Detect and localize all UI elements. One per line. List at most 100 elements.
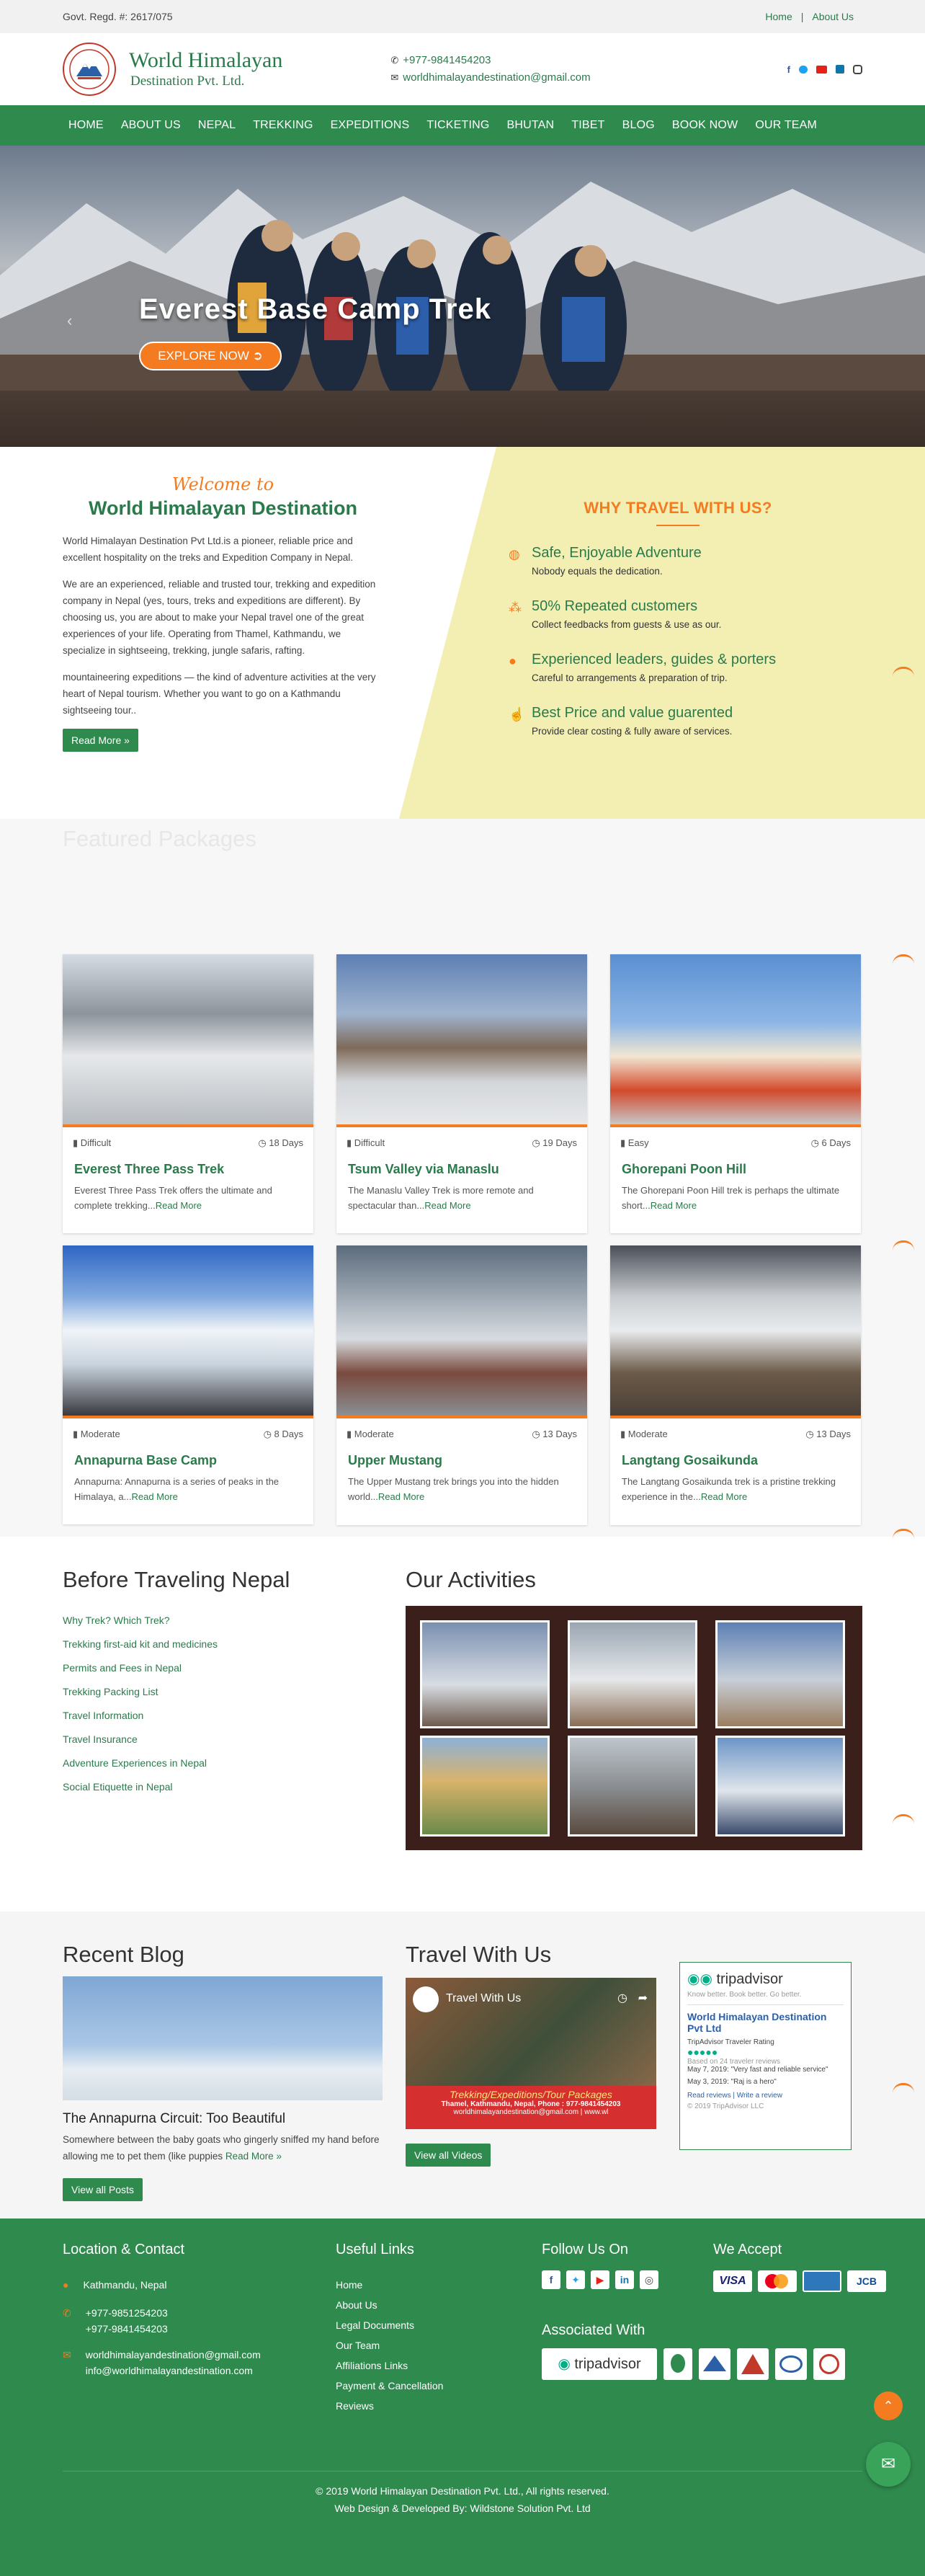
tripadvisor-logo[interactable]: ◉◉ tripadvisor <box>687 1970 844 1988</box>
association-logo-icon[interactable] <box>699 2348 730 2380</box>
nav-book-now[interactable]: BOOK NOW <box>663 119 746 132</box>
footer-link[interactable]: Reviews <box>336 2396 443 2416</box>
package-read-more[interactable]: Read More <box>131 1491 177 1502</box>
blog-image[interactable] <box>63 1976 383 2100</box>
facebook-icon[interactable]: f <box>787 64 790 75</box>
package-image[interactable] <box>63 954 313 1127</box>
linkedin-icon[interactable]: in <box>615 2270 634 2289</box>
nav-blog[interactable]: BLOG <box>614 119 663 132</box>
youtube-icon[interactable]: ▶ <box>591 2270 609 2289</box>
brand-name[interactable]: World Himalayan Destination Pvt. Ltd. <box>129 48 282 90</box>
before-link[interactable]: Travel Insurance <box>63 1728 218 1751</box>
package-read-more[interactable]: Read More <box>424 1200 470 1211</box>
footer-phone[interactable]: +977-9851254203 <box>86 2305 168 2321</box>
package-title[interactable]: Upper Mustang <box>336 1440 587 1468</box>
package-title[interactable]: Langtang Gosaikunda <box>610 1440 861 1468</box>
chat-button[interactable]: ✉ <box>866 2442 911 2487</box>
ta-business-name[interactable]: World Himalayan Destination Pvt Ltd <box>687 2004 844 2034</box>
package-card[interactable]: ▮ Difficult ◷ 18 Days Everest Three Pass … <box>63 954 313 1233</box>
package-title[interactable]: Everest Three Pass Trek <box>63 1149 313 1177</box>
package-card[interactable]: ▮ Moderate ◷ 13 Days Upper Mustang The Up… <box>336 1245 587 1525</box>
ta-write-review[interactable]: Write a review <box>737 2092 782 2100</box>
explore-now-button[interactable]: EXPLORE NOW ➲ <box>139 342 282 370</box>
package-read-more[interactable]: Read More <box>378 1491 424 1502</box>
before-link[interactable]: Travel Information <box>63 1704 218 1728</box>
nav-nepal[interactable]: NEPAL <box>189 119 244 132</box>
linkedin-icon[interactable] <box>836 65 844 74</box>
package-title[interactable]: Ghorepani Poon Hill <box>610 1149 861 1177</box>
association-logo-icon[interactable] <box>663 2348 692 2380</box>
ta-review[interactable]: May 3, 2019: "Raj is a hero" <box>687 2078 844 2086</box>
blog-post-title[interactable]: The Annapurna Circuit: Too Beautiful <box>63 2111 285 2127</box>
tripadvisor-badge[interactable]: ◉ tripadvisor <box>542 2348 657 2380</box>
nav-about[interactable]: ABOUT US <box>112 119 189 132</box>
activity-photo[interactable] <box>715 1736 845 1836</box>
before-link[interactable]: Adventure Experiences in Nepal <box>63 1751 218 1775</box>
slider-prev-icon[interactable]: ‹ <box>67 311 72 330</box>
package-image[interactable] <box>610 954 861 1127</box>
before-link[interactable]: Social Etiquette in Nepal <box>63 1775 218 1799</box>
footer-link[interactable]: Home <box>336 2275 443 2295</box>
nav-home[interactable]: HOME <box>63 119 112 132</box>
company-logo[interactable] <box>63 43 116 96</box>
footer-link[interactable]: About Us <box>336 2295 443 2315</box>
activity-photo[interactable] <box>568 1736 697 1836</box>
footer-phone[interactable]: +977-9841454203 <box>86 2321 168 2337</box>
before-link[interactable]: Trekking Packing List <box>63 1680 218 1704</box>
association-logo-icon[interactable] <box>737 2348 769 2380</box>
package-image[interactable] <box>63 1245 313 1418</box>
watch-later-icon[interactable]: ◷ <box>617 1991 627 2005</box>
activity-photo[interactable] <box>420 1736 550 1836</box>
instagram-icon[interactable]: ◎ <box>640 2270 658 2289</box>
package-card[interactable]: ▮ Easy ◷ 6 Days Ghorepani Poon Hill The G… <box>610 954 861 1233</box>
before-link[interactable]: Trekking first-aid kit and medicines <box>63 1633 218 1656</box>
package-card[interactable]: ▮ Moderate ◷ 8 Days Annapurna Base Camp A… <box>63 1245 313 1524</box>
package-image[interactable] <box>610 1245 861 1418</box>
view-all-posts-button[interactable]: View all Posts <box>63 2178 143 2201</box>
package-read-more[interactable]: Read More <box>701 1491 747 1502</box>
back-to-top-button[interactable]: ⌃ <box>874 2391 903 2420</box>
before-link[interactable]: Permits and Fees in Nepal <box>63 1656 218 1680</box>
activity-photo[interactable] <box>715 1620 845 1728</box>
package-card[interactable]: ▮ Moderate ◷ 13 Days Langtang Gosaikunda … <box>610 1245 861 1525</box>
nav-ticketing[interactable]: TICKETING <box>418 119 498 132</box>
footer-link[interactable]: Legal Documents <box>336 2315 443 2335</box>
footer-email[interactable]: info@worldhimalayandestination.com <box>86 2363 261 2379</box>
twitter-icon[interactable]: ✦ <box>566 2270 585 2289</box>
view-all-videos-button[interactable]: View all Videos <box>406 2144 491 2167</box>
nav-expeditions[interactable]: EXPEDITIONS <box>322 119 419 132</box>
developer-credit[interactable]: Web Design & Developed By: Wildstone Sol… <box>0 2500 925 2517</box>
footer-link[interactable]: Payment & Cancellation <box>336 2376 443 2396</box>
package-title[interactable]: Tsum Valley via Manaslu <box>336 1149 587 1177</box>
package-title[interactable]: Annapurna Base Camp <box>63 1440 313 1468</box>
ta-review[interactable]: May 7, 2019: "Very fast and reliable ser… <box>687 2066 844 2074</box>
package-image[interactable] <box>336 1245 587 1418</box>
nav-trekking[interactable]: TREKKING <box>244 119 321 132</box>
top-link-home[interactable]: Home <box>756 11 800 22</box>
twitter-icon[interactable] <box>799 66 808 74</box>
activity-photo[interactable] <box>568 1620 697 1728</box>
read-more-button[interactable]: Read More » <box>63 729 138 752</box>
activity-photo[interactable] <box>420 1620 550 1728</box>
ta-read-reviews[interactable]: Read reviews <box>687 2092 731 2100</box>
instagram-icon[interactable] <box>853 65 862 74</box>
nav-bhutan[interactable]: BHUTAN <box>499 119 563 132</box>
header-email[interactable]: worldhimalayandestination@gmail.com <box>403 71 590 84</box>
footer-link[interactable]: Affiliations Links <box>336 2355 443 2376</box>
before-link[interactable]: Why Trek? Which Trek? <box>63 1609 218 1633</box>
package-image[interactable] <box>336 954 587 1127</box>
nav-tibet[interactable]: TIBET <box>563 119 613 132</box>
nav-our-team[interactable]: OUR TEAM <box>746 119 826 132</box>
association-logo-icon[interactable] <box>775 2348 807 2380</box>
package-read-more[interactable]: Read More <box>651 1200 697 1211</box>
package-read-more[interactable]: Read More <box>156 1200 202 1211</box>
footer-link[interactable]: Our Team <box>336 2335 443 2355</box>
facebook-icon[interactable]: f <box>542 2270 560 2289</box>
blog-read-more[interactable]: Read More <box>225 2151 274 2162</box>
association-logo-icon[interactable] <box>813 2348 845 2380</box>
header-phone[interactable]: +977-9841454203 <box>403 54 491 66</box>
footer-email[interactable]: worldhimalayandestination@gmail.com <box>86 2347 261 2363</box>
youtube-icon[interactable] <box>816 66 827 74</box>
package-card[interactable]: ▮ Difficult ◷ 19 Days Tsum Valley via Man… <box>336 954 587 1233</box>
top-link-about[interactable]: About Us <box>803 11 862 22</box>
